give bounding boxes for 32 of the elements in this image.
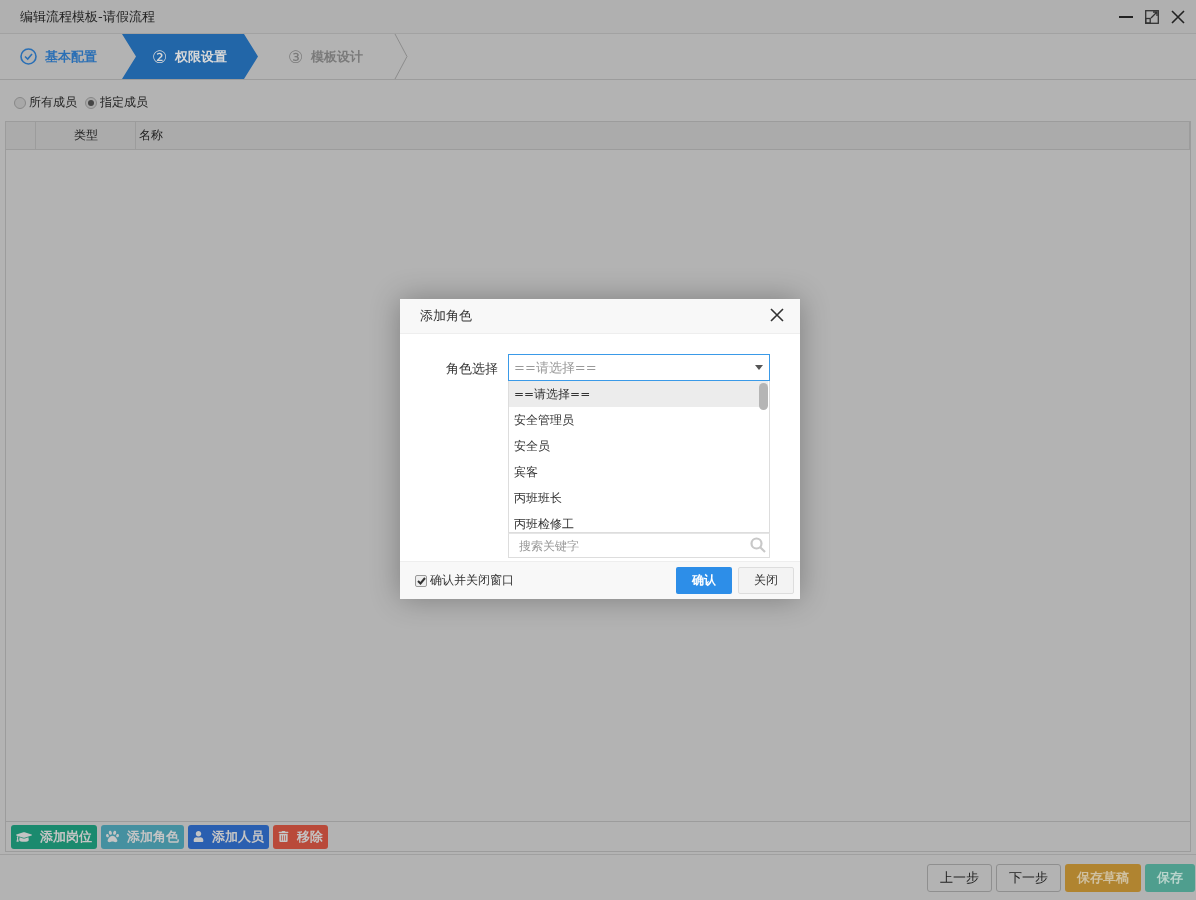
checkmark-icon: [416, 576, 426, 585]
dropdown-option[interactable]: ==请选择==: [509, 381, 768, 407]
step-label: 模板设计: [311, 47, 364, 66]
window-title: 编辑流程模板-请假流程: [20, 7, 156, 26]
step-number: ②: [152, 46, 168, 67]
search-field[interactable]: 搜索关键字: [508, 533, 770, 558]
checkbox-label: 确认并关闭窗口: [430, 572, 514, 589]
column-header: 名称: [136, 122, 1190, 149]
close-button[interactable]: [770, 308, 786, 324]
caret-icon: [755, 365, 763, 370]
check-circle-icon: [20, 48, 37, 65]
person-icon: [193, 831, 204, 842]
footer-button[interactable]: 下一步: [996, 863, 1061, 892]
footer-button[interactable]: 上一步: [927, 863, 992, 892]
step-label: 权限设置: [175, 47, 228, 66]
column-header: 类型: [36, 122, 136, 149]
dialog-title: 添加角色: [420, 307, 473, 325]
dialog-button[interactable]: 关闭: [738, 567, 794, 594]
chevron-divider-icon: [394, 34, 408, 79]
field-label: 角色选择: [445, 360, 498, 378]
paw-icon: [106, 830, 119, 843]
radio-option[interactable]: 所有成员: [14, 94, 77, 111]
minimize-icon: [1119, 15, 1133, 18]
step-number: ③: [288, 46, 304, 67]
scrollbar-thumb[interactable]: [759, 383, 768, 410]
radio-option[interactable]: 指定成员: [85, 94, 148, 111]
wizard-step[interactable]: ② 权限设置: [122, 34, 258, 79]
toolbar-button[interactable]: 添加人员: [188, 824, 269, 849]
trash-icon: [278, 831, 289, 842]
checkbox[interactable]: [415, 574, 427, 587]
step-label: 基本配置: [45, 47, 97, 66]
search-icon: [750, 537, 766, 553]
